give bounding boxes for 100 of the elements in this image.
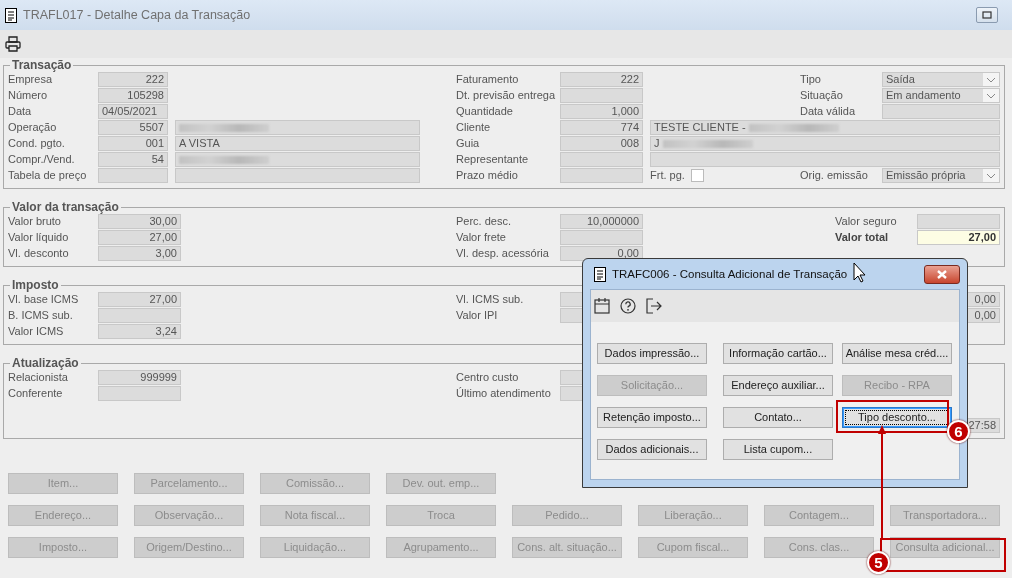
input-field[interactable] — [98, 386, 181, 401]
group-title: Imposto — [11, 278, 60, 292]
field-label: Cond. pgto. — [8, 136, 65, 151]
field-label: Empresa — [8, 72, 53, 87]
input-field[interactable] — [175, 168, 420, 183]
dialog-button[interactable]: Tipo desconto... — [842, 407, 952, 428]
field-label: Situação — [800, 88, 843, 103]
window-title: TRAFL017 - Detalhe Capa da Transação — [23, 7, 251, 23]
input-field[interactable]: 04/05/2021 — [98, 104, 168, 119]
dialog-button[interactable]: Dados adicionais... — [597, 439, 707, 460]
field-label: Guia — [456, 136, 480, 151]
field-label: Quantidade — [456, 104, 513, 119]
dropdown-field[interactable]: Saída — [882, 72, 1000, 87]
input-field[interactable]: A VISTA — [175, 136, 420, 151]
field-label: Valor ICMS — [8, 324, 64, 339]
input-field[interactable]: 3,00 — [98, 246, 181, 261]
exit-icon[interactable] — [646, 298, 662, 314]
field-label: Tipo — [800, 72, 821, 87]
dialog-button[interactable]: Lista cupom... — [723, 439, 833, 460]
close-icon — [936, 268, 948, 280]
input-field[interactable] — [917, 214, 1000, 229]
printer-icon[interactable] — [5, 36, 21, 52]
field-label: Compr./Vend. — [8, 152, 75, 167]
field-label: Conferente — [8, 386, 63, 401]
field-label: Cliente — [456, 120, 491, 135]
dialog-title: TRAFC006 - Consulta Adicional de Transação — [612, 266, 848, 282]
field-label: Valor líquido — [8, 230, 69, 245]
dialog-button[interactable]: Contato... — [723, 407, 833, 428]
input-field[interactable]: 999999 — [98, 370, 181, 385]
input-field[interactable]: 222 — [98, 72, 168, 87]
field-label: Valor total — [835, 230, 889, 245]
input-field[interactable]: 5507 — [98, 120, 168, 135]
help-icon[interactable] — [620, 298, 636, 314]
field-label: Vl. base ICMS — [8, 292, 79, 307]
input-field[interactable] — [560, 168, 643, 183]
field-label: Número — [8, 88, 48, 103]
input-field[interactable]: TESTE CLIENTE - — [650, 120, 1000, 135]
input-field[interactable]: 3,24 — [98, 324, 181, 339]
dialog-button[interactable]: Análise mesa créd.... — [842, 343, 952, 364]
field-label: Data válida — [800, 104, 856, 119]
input-field[interactable]: 774 — [560, 120, 643, 135]
dialog-button[interactable]: Informação cartão... — [723, 343, 833, 364]
checkbox-label: Frt. pg. — [650, 168, 685, 183]
group-title: Atualização — [11, 356, 80, 370]
dropdown-field[interactable]: Em andamento — [882, 88, 1000, 103]
total-field[interactable]: 27,00 — [917, 230, 1000, 245]
field-label: Valor bruto — [8, 214, 61, 229]
field-label: Valor frete — [456, 230, 506, 245]
input-field[interactable]: 30,00 — [98, 214, 181, 229]
field-label: Tabela de preço — [8, 168, 87, 183]
field-label: Operação — [8, 120, 57, 135]
input-field[interactable]: J — [650, 136, 1000, 151]
input-field[interactable]: 27,00 — [98, 230, 181, 245]
group-title: Valor da transação — [11, 200, 120, 214]
cursor-icon — [853, 262, 867, 283]
field-label: Faturamento — [456, 72, 519, 87]
input-field[interactable]: 105298 — [98, 88, 168, 103]
field-label: Vl. ICMS sub. — [456, 292, 524, 307]
group-title: Transação — [11, 58, 73, 72]
field-label: Dt. previsão entrega — [456, 88, 556, 103]
input-field[interactable]: 1,000 — [560, 104, 643, 119]
field-label: Prazo médio — [456, 168, 518, 183]
input-field[interactable]: 54 — [98, 152, 168, 167]
close-button[interactable] — [924, 264, 960, 284]
field-label: Vl. desconto — [8, 246, 69, 261]
input-field[interactable] — [175, 120, 420, 135]
input-field[interactable] — [882, 104, 1000, 119]
maximize-icon — [982, 11, 992, 19]
document-icon — [593, 266, 607, 282]
input-field[interactable]: 222 — [560, 72, 643, 87]
dialog-button[interactable]: Endereço auxiliar... — [723, 375, 833, 396]
dialog-button[interactable]: Dados impressão... — [597, 343, 707, 364]
dropdown-field[interactable]: Emissão própria — [882, 168, 1000, 183]
document-icon — [4, 7, 18, 23]
field-label: Vl. desp. acessória — [456, 246, 549, 261]
input-field[interactable] — [560, 230, 643, 245]
dialog-button[interactable]: Retenção imposto... — [597, 407, 707, 428]
input-field[interactable]: 001 — [98, 136, 168, 151]
input-field[interactable] — [98, 168, 168, 183]
input-field[interactable] — [560, 152, 643, 167]
field-label: Representante — [456, 152, 529, 167]
field-label: Último atendimento — [456, 386, 551, 401]
calendar-icon[interactable] — [594, 298, 610, 314]
field-label: Valor seguro — [835, 214, 897, 229]
step-badge: 5 — [867, 551, 890, 574]
maximize-button[interactable] — [976, 7, 998, 23]
input-field[interactable]: 10,000000 — [560, 214, 643, 229]
input-field[interactable]: 008 — [560, 136, 643, 151]
field-label: Orig. emissão — [800, 168, 868, 183]
input-field[interactable] — [98, 308, 181, 323]
field-label: Data — [8, 104, 32, 119]
field-label: Valor IPI — [456, 308, 498, 323]
field-label: B. ICMS sub. — [8, 308, 73, 323]
input-field[interactable] — [175, 152, 420, 167]
input-field[interactable] — [650, 152, 1000, 167]
field-label: Perc. desc. — [456, 214, 512, 229]
input-field[interactable]: 27,00 — [98, 292, 181, 307]
field-label: Relacionista — [8, 370, 68, 385]
checkbox[interactable] — [690, 169, 704, 182]
input-field[interactable] — [560, 88, 643, 103]
